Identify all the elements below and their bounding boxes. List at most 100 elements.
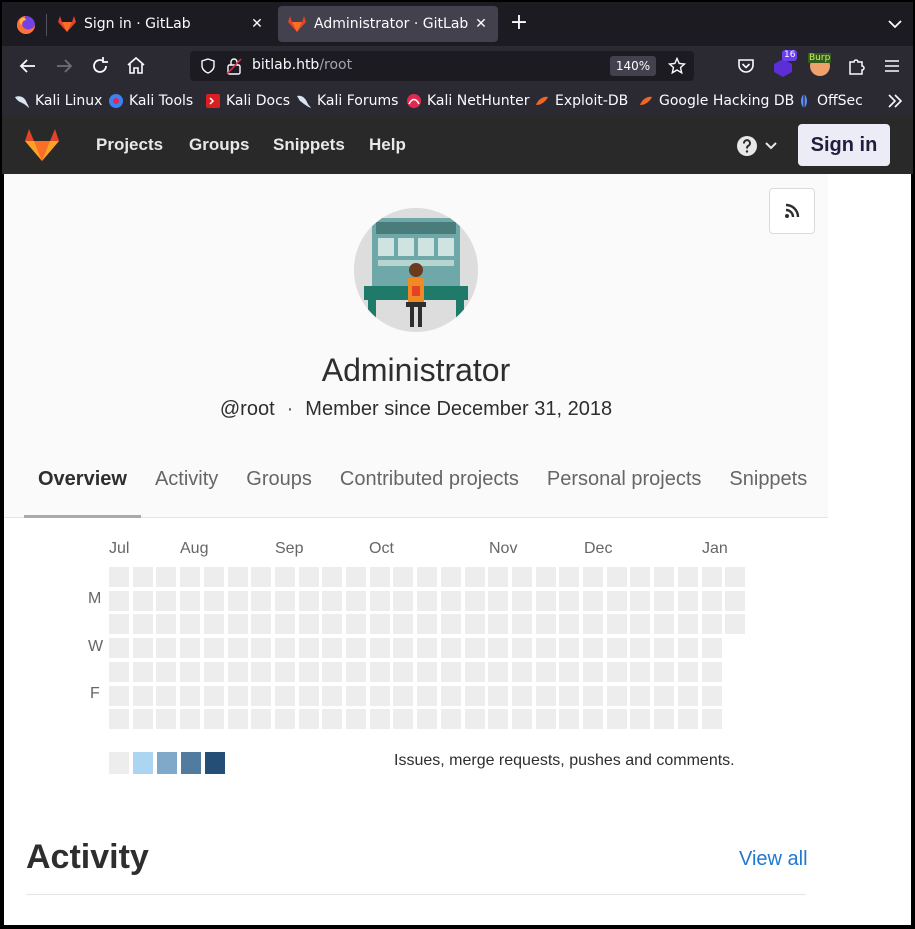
nav-projects[interactable]: Projects [96, 135, 163, 155]
calendar-day-cell[interactable] [109, 661, 129, 682]
calendar-day-cell[interactable] [511, 638, 532, 659]
chevron-double-right-icon[interactable] [886, 93, 904, 109]
calendar-day-cell[interactable] [227, 590, 248, 611]
reload-icon[interactable] [88, 54, 112, 78]
calendar-day-cell[interactable] [156, 638, 177, 659]
calendar-day-cell[interactable] [606, 638, 627, 659]
calendar-day-cell[interactable] [180, 685, 201, 706]
calendar-day-cell[interactable] [559, 614, 580, 635]
calendar-day-cell[interactable] [369, 638, 390, 659]
calendar-day-cell[interactable] [630, 567, 651, 587]
calendar-day-cell[interactable] [322, 590, 343, 611]
calendar-day-cell[interactable] [606, 567, 627, 587]
calendar-day-cell[interactable] [203, 567, 224, 587]
calendar-day-cell[interactable] [559, 638, 580, 659]
calendar-day-cell[interactable] [322, 685, 343, 706]
calendar-day-cell[interactable] [464, 567, 485, 587]
calendar-day-cell[interactable] [227, 661, 248, 682]
calendar-day-cell[interactable] [156, 590, 177, 611]
url-bar[interactable]: bitlab.htb/root 140% [190, 51, 694, 81]
calendar-day-cell[interactable] [725, 590, 746, 611]
calendar-day-cell[interactable] [701, 661, 722, 682]
calendar-day-cell[interactable] [559, 590, 580, 611]
tab-personal-projects[interactable]: Personal projects [533, 464, 716, 518]
calendar-day-cell[interactable] [417, 614, 438, 635]
calendar-day-cell[interactable] [464, 709, 485, 730]
calendar-day-cell[interactable] [180, 590, 201, 611]
calendar-day-cell[interactable] [274, 709, 295, 730]
calendar-day-cell[interactable] [559, 567, 580, 587]
zoom-level-button[interactable]: 140% [610, 56, 656, 76]
calendar-day-cell[interactable] [677, 590, 698, 611]
calendar-day-cell[interactable] [298, 709, 319, 730]
calendar-day-cell[interactable] [559, 709, 580, 730]
calendar-day-cell[interactable] [630, 709, 651, 730]
calendar-day-cell[interactable] [322, 709, 343, 730]
calendar-day-cell[interactable] [606, 685, 627, 706]
calendar-day-cell[interactable] [203, 661, 224, 682]
calendar-day-cell[interactable] [417, 661, 438, 682]
new-tab-button[interactable]: + [508, 12, 530, 35]
calendar-day-cell[interactable] [346, 709, 366, 730]
chevron-down-icon[interactable] [885, 14, 905, 34]
calendar-day-cell[interactable] [298, 590, 319, 611]
calendar-day-cell[interactable] [298, 661, 319, 682]
calendar-day-cell[interactable] [227, 638, 248, 659]
bookmark-star-icon[interactable] [668, 57, 686, 75]
calendar-day-cell[interactable] [227, 709, 248, 730]
bookmark-kali-nethunter[interactable]: Kali NetHunter [406, 92, 529, 110]
calendar-day-cell[interactable] [559, 685, 580, 706]
bookmark-offsec[interactable]: OffSec [796, 92, 863, 110]
calendar-day-cell[interactable] [630, 638, 651, 659]
hamburger-menu-icon[interactable] [880, 54, 904, 78]
close-icon[interactable]: ✕ [248, 15, 266, 33]
bookmark-kali-linux[interactable]: Kali Linux [14, 92, 102, 110]
calendar-day-cell[interactable] [346, 567, 366, 587]
calendar-day-cell[interactable] [322, 567, 343, 587]
calendar-day-cell[interactable] [677, 614, 698, 635]
calendar-day-cell[interactable] [654, 661, 675, 682]
calendar-day-cell[interactable] [488, 614, 509, 635]
calendar-day-cell[interactable] [156, 567, 177, 587]
calendar-day-cell[interactable] [322, 638, 343, 659]
extension-badge-button[interactable]: 16 [772, 50, 798, 80]
calendar-day-cell[interactable] [606, 661, 627, 682]
calendar-day-cell[interactable] [535, 567, 556, 587]
url-text[interactable]: bitlab.htb/root [252, 57, 352, 73]
calendar-day-cell[interactable] [654, 638, 675, 659]
calendar-day-cell[interactable] [535, 614, 556, 635]
calendar-day-cell[interactable] [180, 614, 201, 635]
gitlab-logo-icon[interactable] [24, 128, 60, 162]
calendar-day-cell[interactable] [274, 685, 295, 706]
calendar-day-cell[interactable] [346, 614, 366, 635]
tab-overview[interactable]: Overview [24, 464, 141, 518]
calendar-day-cell[interactable] [511, 661, 532, 682]
calendar-day-cell[interactable] [630, 685, 651, 706]
calendar-day-cell[interactable] [203, 638, 224, 659]
calendar-day-cell[interactable] [464, 661, 485, 682]
calendar-day-cell[interactable] [606, 709, 627, 730]
nav-help[interactable]: Help [369, 135, 406, 155]
calendar-day-cell[interactable] [298, 614, 319, 635]
calendar-day-cell[interactable] [369, 567, 390, 587]
calendar-day-cell[interactable] [251, 567, 272, 587]
calendar-day-cell[interactable] [535, 661, 556, 682]
calendar-day-cell[interactable] [654, 685, 675, 706]
calendar-day-cell[interactable] [677, 567, 698, 587]
calendar-day-cell[interactable] [701, 614, 722, 635]
calendar-day-cell[interactable] [109, 638, 129, 659]
calendar-day-cell[interactable] [511, 590, 532, 611]
calendar-day-cell[interactable] [274, 661, 295, 682]
bookmark-google-hacking-db[interactable]: Google Hacking DB [638, 92, 794, 110]
calendar-day-cell[interactable] [180, 638, 201, 659]
calendar-day-cell[interactable] [251, 590, 272, 611]
calendar-day-cell[interactable] [701, 567, 722, 587]
calendar-day-cell[interactable] [488, 709, 509, 730]
calendar-day-cell[interactable] [274, 590, 295, 611]
calendar-day-cell[interactable] [227, 685, 248, 706]
tab-groups[interactable]: Groups [232, 464, 326, 518]
calendar-day-cell[interactable] [109, 614, 129, 635]
calendar-day-cell[interactable] [535, 638, 556, 659]
calendar-day-cell[interactable] [227, 567, 248, 587]
calendar-day-cell[interactable] [322, 614, 343, 635]
